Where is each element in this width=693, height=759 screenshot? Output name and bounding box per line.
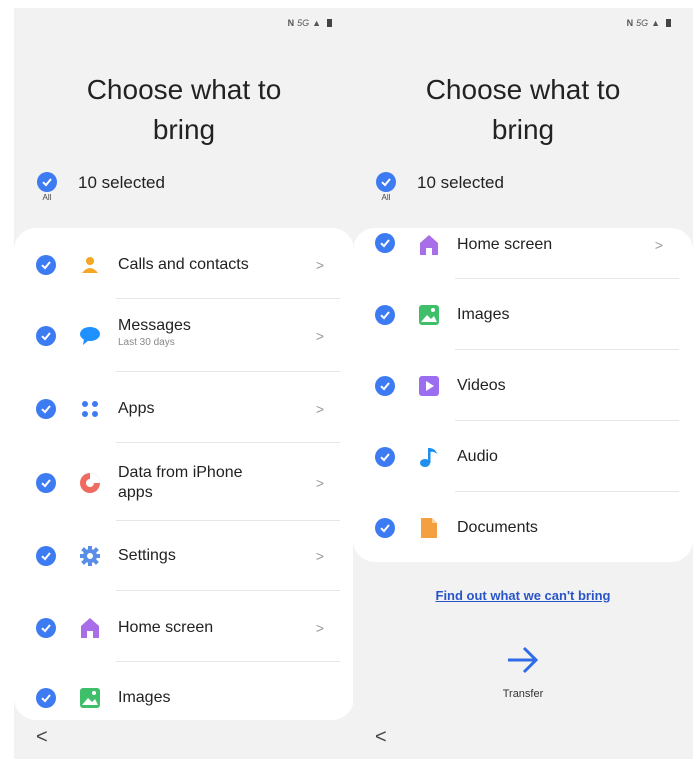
list-item-audio[interactable]: Audio bbox=[353, 442, 693, 472]
item-label: Messages bbox=[118, 317, 191, 334]
item-checkbox[interactable] bbox=[375, 305, 395, 325]
selected-count: 10 selected bbox=[78, 173, 165, 192]
back-button[interactable]: < bbox=[375, 726, 387, 749]
pie-chart-icon bbox=[78, 471, 102, 495]
signal-icon: ▲ bbox=[651, 18, 660, 28]
cant-bring-link[interactable]: Find out what we can't bring bbox=[353, 588, 693, 603]
divider bbox=[455, 491, 679, 492]
arrow-right-icon bbox=[508, 646, 539, 674]
selected-count: 10 selected bbox=[417, 173, 504, 192]
chat-bubble-icon bbox=[78, 324, 102, 348]
apps-grid-icon bbox=[78, 397, 102, 421]
network-indicator: 5G bbox=[297, 18, 310, 28]
status-bar: N 5G ▲ bbox=[627, 18, 671, 28]
divider bbox=[455, 278, 679, 279]
transfer-button[interactable] bbox=[503, 640, 543, 680]
item-label: Audio bbox=[457, 448, 498, 465]
item-label: Documents bbox=[457, 519, 538, 536]
item-label: Videos bbox=[457, 377, 506, 394]
item-checkbox[interactable] bbox=[375, 233, 395, 253]
list-item-calls-contacts[interactable]: Calls and contacts > bbox=[14, 250, 354, 280]
music-note-icon bbox=[417, 445, 441, 469]
list-item-apps[interactable]: Apps > bbox=[14, 394, 354, 424]
item-checkbox[interactable] bbox=[375, 376, 395, 396]
divider bbox=[116, 442, 340, 443]
chevron-right-icon: > bbox=[654, 237, 663, 253]
item-label: Calls and contacts bbox=[118, 256, 249, 273]
list-item-home-screen[interactable]: Home screen > bbox=[353, 230, 693, 260]
chevron-right-icon: > bbox=[315, 620, 324, 636]
chevron-right-icon: > bbox=[315, 257, 324, 273]
item-label: Settings bbox=[118, 547, 176, 564]
select-all-label: All bbox=[381, 193, 391, 202]
item-label: Home screen bbox=[118, 619, 214, 636]
list-item-documents[interactable]: Documents bbox=[353, 513, 693, 543]
divider bbox=[455, 420, 679, 421]
page-title: Choose what to bring bbox=[425, 74, 621, 145]
transfer-label: Transfer bbox=[502, 688, 544, 700]
status-bar: N 5G ▲ bbox=[288, 18, 332, 28]
select-all-row[interactable]: All 10 selected bbox=[36, 172, 165, 202]
left-screen: N 5G ▲ Choose what to bring All 10 selec… bbox=[14, 8, 354, 759]
item-checkbox[interactable] bbox=[375, 518, 395, 538]
battery-icon bbox=[327, 19, 332, 27]
item-checkbox[interactable] bbox=[36, 546, 56, 566]
list-item-home-screen[interactable]: Home screen > bbox=[14, 613, 354, 643]
chevron-right-icon: > bbox=[315, 328, 324, 344]
document-icon bbox=[417, 516, 441, 540]
item-sublabel: Last 30 days bbox=[118, 337, 175, 348]
network-indicator: 5G bbox=[636, 18, 649, 28]
item-label: Images bbox=[118, 689, 171, 706]
item-checkbox[interactable] bbox=[36, 688, 56, 708]
chevron-right-icon: > bbox=[315, 401, 324, 417]
item-checkbox[interactable] bbox=[36, 618, 56, 638]
select-all-label: All bbox=[42, 193, 52, 202]
item-label: Apps bbox=[118, 400, 155, 417]
gear-icon bbox=[78, 544, 102, 568]
list-item-messages[interactable]: Messages Last 30 days > bbox=[14, 316, 354, 356]
category-list-card: Calls and contacts > Messages Last 30 da… bbox=[14, 228, 354, 720]
image-icon bbox=[417, 303, 441, 327]
select-all-row[interactable]: All 10 selected bbox=[375, 172, 504, 202]
item-checkbox[interactable] bbox=[36, 326, 56, 346]
select-all-checkbox[interactable] bbox=[376, 172, 396, 192]
item-label: Data from iPhone apps bbox=[118, 464, 243, 501]
home-icon bbox=[78, 616, 102, 640]
list-item-settings[interactable]: Settings > bbox=[14, 541, 354, 571]
person-icon bbox=[78, 253, 102, 277]
list-item-videos[interactable]: Videos bbox=[353, 371, 693, 401]
divider bbox=[116, 590, 340, 591]
list-item-images[interactable]: Images bbox=[353, 300, 693, 330]
item-label: Images bbox=[457, 306, 510, 323]
item-label-group: Messages Last 30 days bbox=[118, 316, 191, 349]
divider bbox=[116, 298, 340, 299]
page-title: Choose what to bring bbox=[86, 74, 282, 145]
item-checkbox[interactable] bbox=[375, 447, 395, 467]
nfc-icon: N bbox=[626, 18, 634, 28]
back-button[interactable]: < bbox=[36, 726, 48, 749]
list-item-images[interactable]: Images bbox=[14, 683, 354, 713]
home-icon bbox=[417, 233, 441, 257]
divider bbox=[455, 349, 679, 350]
battery-icon bbox=[666, 19, 671, 27]
nfc-icon: N bbox=[287, 18, 295, 28]
item-checkbox[interactable] bbox=[36, 399, 56, 419]
image-icon bbox=[78, 686, 102, 710]
chevron-right-icon: > bbox=[315, 475, 324, 491]
signal-icon: ▲ bbox=[312, 18, 321, 28]
category-list-card: Home screen > Images Videos Audio Docume… bbox=[353, 228, 693, 562]
play-icon bbox=[417, 374, 441, 398]
item-label: Home screen bbox=[457, 236, 553, 253]
item-checkbox[interactable] bbox=[36, 473, 56, 493]
right-screen: N 5G ▲ Choose what to bring All 10 selec… bbox=[353, 8, 693, 759]
list-item-iphone-data[interactable]: Data from iPhone apps > bbox=[14, 461, 354, 505]
divider bbox=[116, 371, 340, 372]
divider bbox=[116, 520, 340, 521]
chevron-right-icon: > bbox=[315, 548, 324, 564]
item-checkbox[interactable] bbox=[36, 255, 56, 275]
select-all-checkbox[interactable] bbox=[37, 172, 57, 192]
divider bbox=[116, 661, 340, 662]
